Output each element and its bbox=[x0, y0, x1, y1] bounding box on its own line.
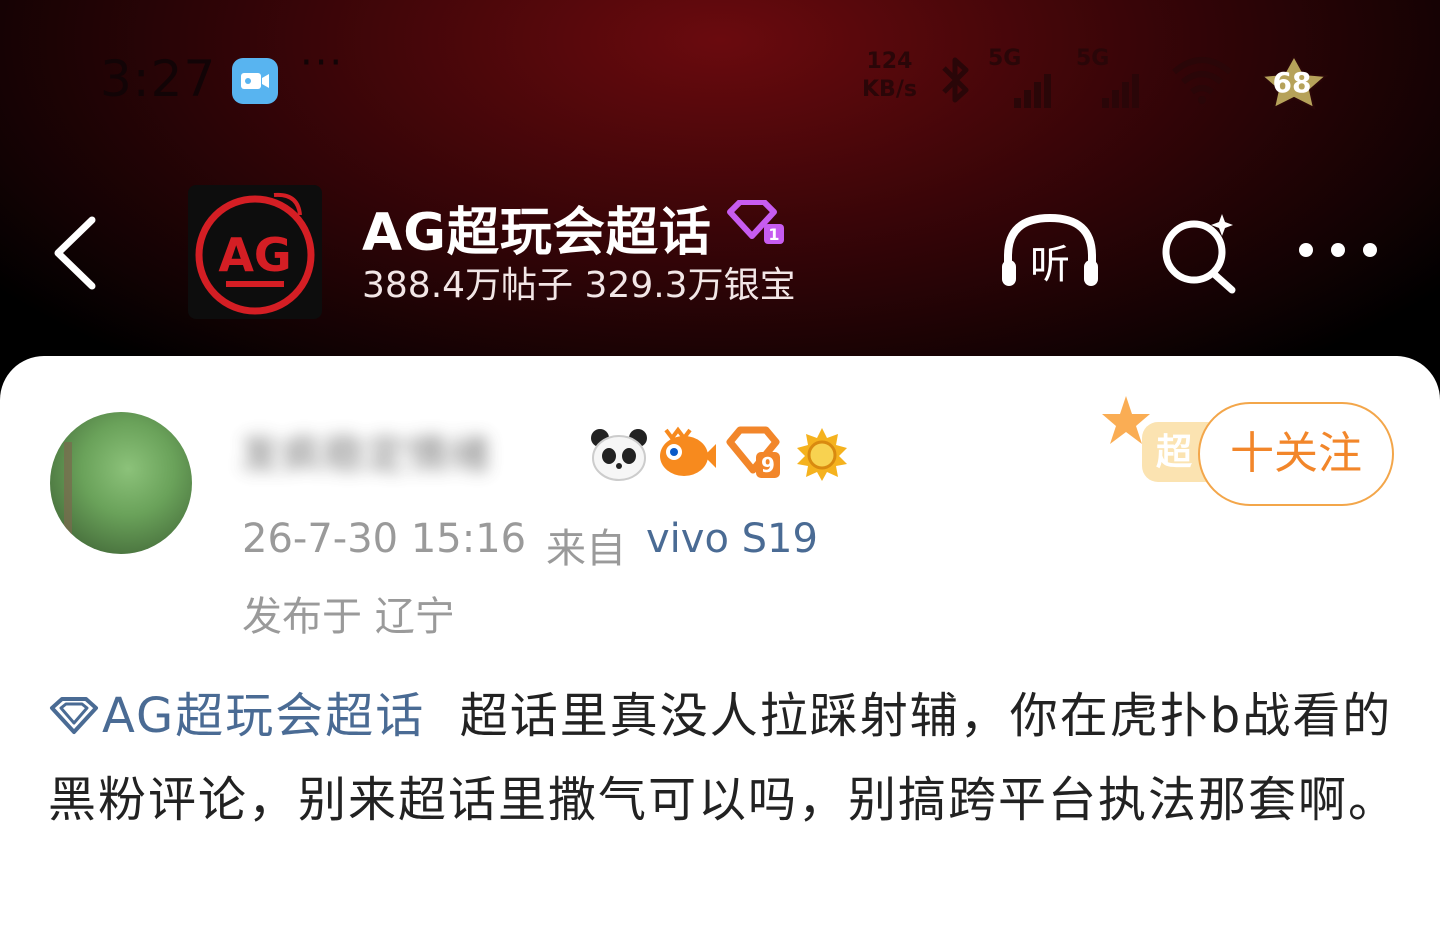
user-avatar[interactable] bbox=[50, 412, 192, 554]
panda-badge-icon bbox=[590, 426, 648, 486]
post-content: AG超玩会超话 超话里真没人拉踩射辅，你在虎扑b战看的黑粉评论，别来超话里撒气可… bbox=[48, 674, 1398, 842]
topic-diamond-icon bbox=[50, 697, 98, 734]
network-speed: 124 KB/s bbox=[862, 49, 917, 102]
topic-stats: 388.4万帖子 329.3万银宝 bbox=[362, 265, 796, 306]
back-arrow-icon[interactable] bbox=[50, 216, 100, 294]
topic-header: AG AG超玩会超话 1 388.4万帖子 329.3万银宝 听 bbox=[0, 180, 1440, 320]
post-timestamp: 26-7-30 15:16 bbox=[242, 516, 527, 562]
more-options-icon[interactable] bbox=[1296, 240, 1380, 264]
username[interactable]: 发疯稳定情绪 bbox=[240, 422, 492, 480]
status-bar: 3:27 ··· 124 KB/s 5G 5G 68 bbox=[0, 40, 1440, 130]
svg-text:AG: AG bbox=[218, 228, 291, 282]
post-card: 发疯稳定情绪 9 26-7-30 15:16 来自 vivo S19 发布于 辽… bbox=[0, 356, 1440, 935]
topic-logo[interactable]: AG bbox=[188, 185, 322, 319]
search-icon[interactable] bbox=[1158, 212, 1242, 300]
super-topic-badge-icon: 1 bbox=[726, 199, 788, 250]
more-notifications-icon: ··· bbox=[300, 40, 345, 86]
post-source-prefix: 来自 bbox=[546, 526, 626, 572]
screen-record-icon bbox=[232, 58, 278, 104]
status-time: 3:27 bbox=[100, 50, 217, 108]
fish-badge-icon bbox=[656, 426, 718, 486]
bluetooth-icon bbox=[936, 54, 976, 110]
svg-text:听: 听 bbox=[1030, 242, 1070, 288]
sun-badge-icon bbox=[794, 426, 850, 486]
svg-text:1: 1 bbox=[768, 225, 779, 244]
wifi-icon bbox=[1170, 54, 1234, 110]
svg-text:68: 68 bbox=[1273, 66, 1312, 99]
battery-icon: 68 bbox=[1252, 53, 1336, 114]
svg-text:超: 超 bbox=[1156, 432, 1193, 473]
follow-button[interactable]: 十关注 bbox=[1198, 402, 1394, 506]
post-device[interactable]: vivo S19 bbox=[646, 516, 818, 562]
topic-title: AG超玩会超话 bbox=[362, 203, 712, 263]
post-location: 发布于 辽宁 bbox=[242, 594, 455, 640]
svg-text:9: 9 bbox=[761, 453, 775, 477]
level-badge-icon: 9 bbox=[726, 426, 784, 486]
listen-icon[interactable]: 听 bbox=[998, 212, 1102, 296]
topic-link[interactable]: AG超玩会超话 bbox=[48, 688, 425, 744]
